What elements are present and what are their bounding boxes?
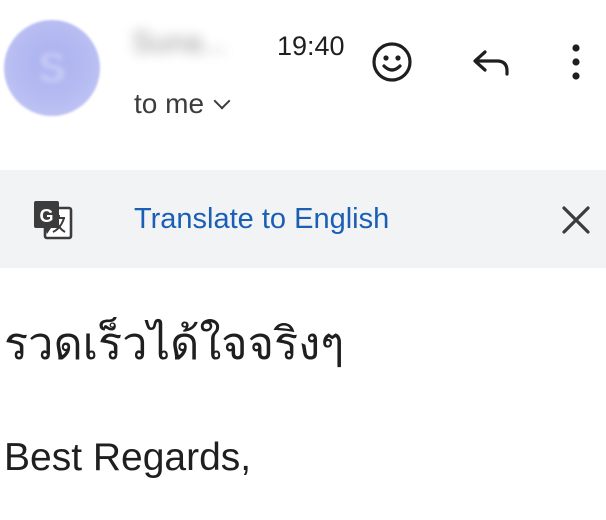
- message-time: 19:40: [277, 31, 345, 61]
- sender-avatar[interactable]: S: [4, 20, 100, 116]
- recipient-label: to me: [134, 88, 205, 119]
- translate-bar: G Translate to English: [0, 170, 606, 268]
- close-translate-button[interactable]: [556, 200, 596, 240]
- message-body-text: รวดเร็วได้ใจจริงๆ: [4, 317, 345, 370]
- add-reaction-button[interactable]: [370, 40, 414, 84]
- message-header: S Suna... 19:40 to me: [0, 0, 606, 160]
- sender-name[interactable]: Suna...: [132, 24, 250, 62]
- svg-text:G: G: [39, 206, 53, 226]
- more-vert-icon: [572, 44, 580, 80]
- translate-to-english-link[interactable]: Translate to English: [134, 200, 389, 238]
- more-options-button[interactable]: [554, 40, 598, 84]
- reply-button[interactable]: [469, 40, 513, 84]
- close-icon: [562, 206, 590, 234]
- reply-arrow-icon: [473, 50, 509, 76]
- avatar-letter: S: [38, 46, 66, 90]
- message-signature: Best Regards,: [4, 436, 252, 479]
- recipient-toggle[interactable]: to me: [134, 86, 231, 122]
- chevron-down-icon: [213, 92, 231, 110]
- smiley-face-icon: [372, 42, 412, 82]
- google-translate-icon: G: [31, 198, 75, 242]
